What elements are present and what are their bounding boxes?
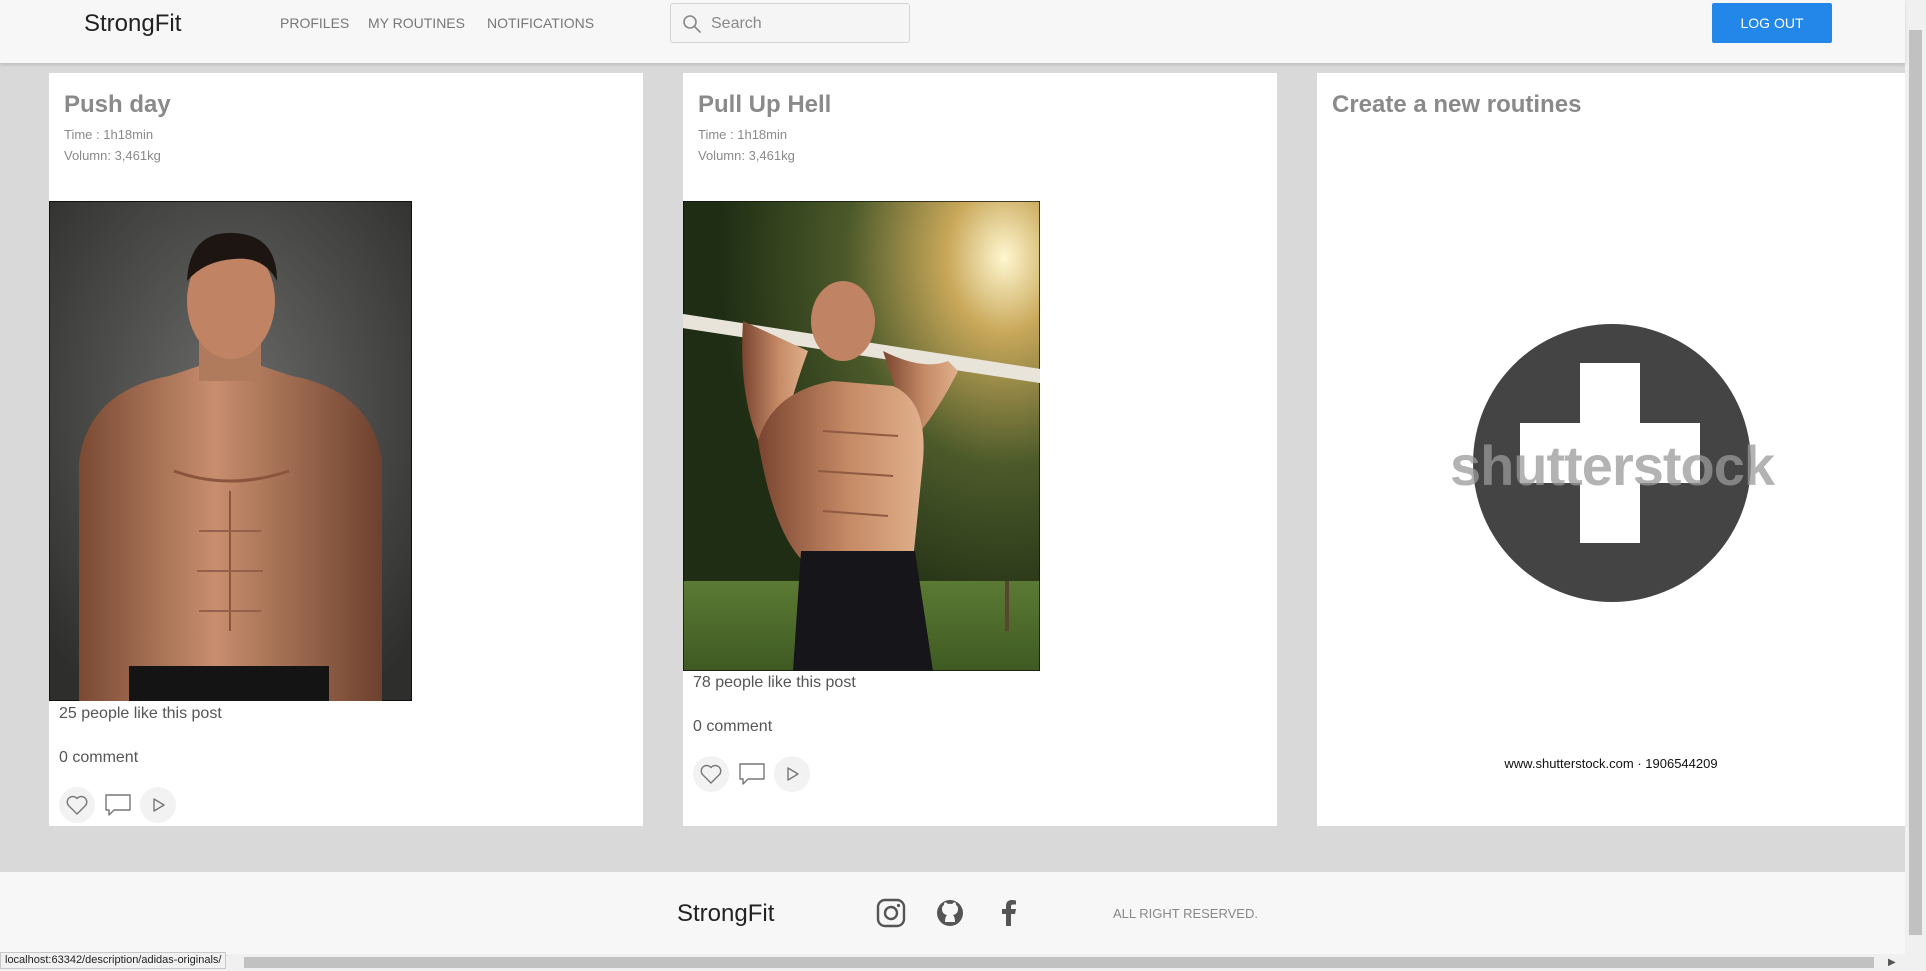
- top-nav-bar: StrongFit PROFILES MY ROUTINES NOTIFICAT…: [0, 0, 1905, 63]
- comments-count[interactable]: 0 comment: [693, 718, 772, 736]
- routine-volume: Volumn: 3,461kg: [698, 148, 795, 163]
- nav-my-routines[interactable]: MY ROUTINES: [368, 15, 465, 31]
- create-routine-card[interactable]: Create a new routines shutterstock www.s…: [1317, 73, 1905, 826]
- scrollbar-thumb[interactable]: [244, 957, 1874, 968]
- copyright-text: ALL RIGHT RESERVED.: [1113, 906, 1258, 921]
- create-routine-button[interactable]: shutterstock: [1442, 313, 1782, 613]
- footer-brand[interactable]: StrongFit: [677, 900, 774, 928]
- add-circle-icon: shutterstock: [1450, 324, 1777, 602]
- comment-icon: [105, 794, 131, 816]
- routine-card: Push day Time : 1h18min Volumn: 3,461kg: [49, 73, 643, 826]
- share-button[interactable]: [140, 787, 176, 823]
- routine-time: Time : 1h18min: [64, 127, 154, 142]
- watermark-url: www.shutterstock.com · 1906544209: [1504, 756, 1718, 771]
- facebook-icon[interactable]: [994, 898, 1024, 928]
- instagram-icon[interactable]: [876, 898, 906, 928]
- likes-count: 78 people like this post: [693, 674, 856, 691]
- brand-logo[interactable]: StrongFit: [84, 10, 181, 38]
- routine-title[interactable]: Pull Up Hell: [698, 91, 831, 119]
- footer: StrongFit ALL RIGHT RESERVED.: [0, 872, 1905, 954]
- github-icon[interactable]: [935, 898, 965, 928]
- vertical-scrollbar[interactable]: [1905, 0, 1926, 971]
- play-icon: [787, 767, 799, 781]
- search-box: [670, 3, 910, 43]
- routine-title[interactable]: Push day: [64, 91, 171, 119]
- scroll-right-icon[interactable]: ▶: [1888, 957, 1896, 968]
- comment-button[interactable]: [733, 756, 769, 792]
- routine-volume: Volumn: 3,461kg: [64, 148, 161, 163]
- comment-icon: [739, 763, 765, 785]
- nav-notifications[interactable]: NOTIFICATIONS: [487, 15, 594, 31]
- shutterstock-watermark: shutterstock: [1450, 434, 1776, 497]
- status-url: localhost:63342/description/adidas-origi…: [0, 952, 227, 969]
- routine-time: Time : 1h18min: [698, 127, 788, 142]
- routine-card: Pull Up Hell Time : 1h18min Volumn: 3,46…: [683, 73, 1277, 826]
- nav-profiles[interactable]: PROFILES: [280, 15, 349, 31]
- likes-count: 25 people like this post: [59, 705, 222, 722]
- search-input[interactable]: [711, 12, 901, 36]
- comments-count[interactable]: 0 comment: [59, 749, 138, 767]
- horizontal-scrollbar[interactable]: ▶: [0, 954, 1905, 971]
- heart-icon: [700, 764, 722, 784]
- logout-button[interactable]: LOG OUT: [1712, 3, 1832, 43]
- scrollbar-thumb[interactable]: [1909, 30, 1922, 935]
- comment-button[interactable]: [99, 787, 135, 823]
- heart-icon: [66, 795, 88, 815]
- like-button[interactable]: [693, 756, 729, 792]
- like-button[interactable]: [59, 787, 95, 823]
- share-button[interactable]: [774, 756, 810, 792]
- routine-photo[interactable]: [683, 201, 1040, 671]
- routine-photo[interactable]: [49, 201, 412, 701]
- play-icon: [153, 798, 165, 812]
- search-icon: [683, 15, 701, 33]
- create-routine-title[interactable]: Create a new routines: [1332, 91, 1581, 119]
